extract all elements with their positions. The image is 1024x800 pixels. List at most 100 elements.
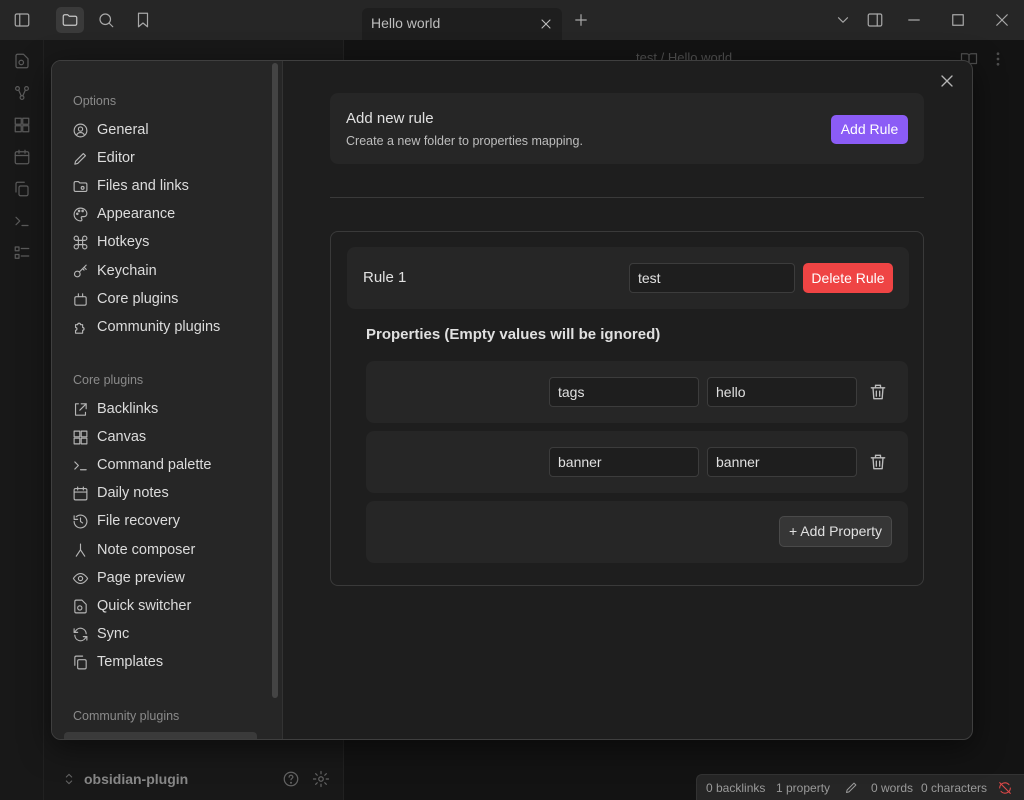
search-icon[interactable]	[97, 11, 115, 29]
property-value-input[interactable]: banner	[707, 447, 857, 477]
nav-item-daily-notes[interactable]: Daily notes	[66, 481, 266, 507]
tab-hello-world[interactable]: Hello world	[362, 8, 562, 40]
sidebar-scrollbar[interactable]	[272, 63, 278, 698]
status-characters: 0 characters	[921, 781, 988, 795]
community-plugins-heading: Community plugins	[73, 709, 180, 723]
nav-item-appearance[interactable]: Appearance	[66, 202, 266, 228]
core-plugins-heading: Core plugins	[73, 373, 144, 387]
nav-label: Backlinks	[97, 401, 159, 417]
nav-label: Daily notes	[97, 485, 169, 501]
options-heading: Options	[73, 94, 117, 108]
folder-icon	[61, 11, 79, 29]
add-rule-title: Add new rule	[346, 110, 434, 127]
tab-title: Hello world	[371, 15, 441, 31]
rule-title: Rule 1	[363, 269, 407, 286]
property-row: banner banner	[366, 431, 908, 493]
calendar-icon	[72, 485, 89, 502]
nav-label: Page preview	[97, 570, 185, 586]
property-row: tags hello	[366, 361, 908, 423]
key-icon	[72, 263, 89, 280]
nav-item-page-preview[interactable]: Page preview	[66, 566, 266, 592]
delete-rule-button[interactable]: Delete Rule	[803, 263, 893, 293]
minimize-icon[interactable]	[905, 11, 923, 29]
files-icon	[72, 654, 89, 671]
nav-item-command-palette[interactable]: Command palette	[66, 453, 266, 479]
chevron-down-icon[interactable]	[834, 11, 852, 29]
close-icon[interactable]	[937, 71, 957, 91]
nav-item-active-plugin[interactable]	[64, 732, 257, 739]
maximize-icon[interactable]	[949, 11, 967, 29]
property-key-input[interactable]: banner	[549, 447, 699, 477]
history-icon	[72, 513, 89, 530]
nav-item-general[interactable]: General	[66, 118, 266, 144]
nav-item-files-and-links[interactable]: Files and links	[66, 174, 266, 200]
rule-header: Rule 1 test Delete Rule	[347, 247, 909, 309]
nav-label: File recovery	[97, 513, 180, 529]
settings-modal: Options General Editor Files and links A…	[51, 60, 973, 740]
puzzle-icon	[72, 319, 89, 336]
add-rule-section: Add new rule Create a new folder to prop…	[330, 93, 924, 164]
nav-item-backlinks[interactable]: Backlinks	[66, 397, 266, 423]
rule-folder-input[interactable]: test	[629, 263, 795, 293]
nav-label: Editor	[97, 150, 135, 166]
nav-item-quick-switcher[interactable]: Quick switcher	[66, 594, 266, 620]
add-property-button[interactable]: + Add Property	[779, 516, 892, 547]
close-tab-icon[interactable]	[538, 16, 554, 32]
nav-item-hotkeys[interactable]: Hotkeys	[66, 230, 266, 256]
nav-item-file-recovery[interactable]: File recovery	[66, 509, 266, 535]
nav-item-community-plugins[interactable]: Community plugins	[66, 315, 266, 341]
user-circle-icon	[72, 122, 89, 139]
status-backlinks[interactable]: 0 backlinks	[706, 781, 765, 795]
trash-icon[interactable]	[868, 382, 888, 402]
folder-cog-icon	[72, 178, 89, 195]
add-rule-button[interactable]: Add Rule	[831, 115, 908, 144]
property-value-input[interactable]: hello	[707, 377, 857, 407]
toggle-right-sidebar-icon[interactable]	[866, 11, 884, 29]
nav-label: Note composer	[97, 542, 196, 558]
trash-icon[interactable]	[868, 452, 888, 472]
nav-label: Command palette	[97, 457, 212, 473]
nav-label: Core plugins	[97, 291, 179, 307]
divider	[330, 197, 924, 198]
toggle-sidebar-icon[interactable]	[13, 11, 31, 29]
files-view-button[interactable]	[56, 7, 84, 33]
layout-dashboard-icon	[72, 429, 89, 446]
add-rule-description: Create a new folder to properties mappin…	[346, 134, 583, 148]
nav-label: Sync	[97, 626, 130, 642]
command-icon	[72, 234, 89, 251]
nav-item-note-composer[interactable]: Note composer	[66, 538, 266, 564]
file-search-icon	[72, 598, 89, 615]
nav-label: Canvas	[97, 429, 147, 445]
eye-icon	[72, 570, 89, 587]
new-tab-icon[interactable]	[572, 11, 590, 29]
add-property-row: + Add Property	[366, 501, 908, 563]
nav-item-core-plugins[interactable]: Core plugins	[66, 287, 266, 313]
refresh-icon	[72, 626, 89, 643]
nav-item-templates[interactable]: Templates	[66, 650, 266, 676]
nav-item-sync[interactable]: Sync	[66, 622, 266, 648]
title-bar: Hello world	[0, 0, 1024, 40]
nav-item-keychain[interactable]: Keychain	[66, 259, 266, 285]
nav-label: Files and links	[97, 178, 189, 194]
settings-sidebar: Options General Editor Files and links A…	[52, 61, 283, 739]
status-properties[interactable]: 1 property	[776, 781, 830, 795]
nav-label: Appearance	[97, 206, 176, 222]
nav-item-editor[interactable]: Editor	[66, 146, 266, 172]
status-bar: 0 backlinks 1 property 0 words 0 charact…	[696, 774, 1024, 800]
property-key-input[interactable]: tags	[549, 377, 699, 407]
nav-label: Quick switcher	[97, 598, 192, 614]
window-close-icon[interactable]	[993, 11, 1011, 29]
plug-icon	[72, 291, 89, 308]
bookmark-icon[interactable]	[134, 11, 152, 29]
rule-container: Rule 1 test Delete Rule Properties (Empt…	[330, 231, 924, 586]
pencil-icon	[72, 150, 89, 167]
sync-error-icon[interactable]	[997, 780, 1013, 796]
nav-label: Community plugins	[97, 319, 221, 335]
nav-item-canvas[interactable]: Canvas	[66, 425, 266, 451]
properties-heading: Properties (Empty values will be ignored…	[366, 326, 661, 343]
terminal-icon	[72, 457, 89, 474]
nav-label: General	[97, 122, 149, 138]
link-icon	[72, 401, 89, 418]
nav-label: Keychain	[97, 263, 157, 279]
pencil-icon[interactable]	[844, 780, 859, 795]
